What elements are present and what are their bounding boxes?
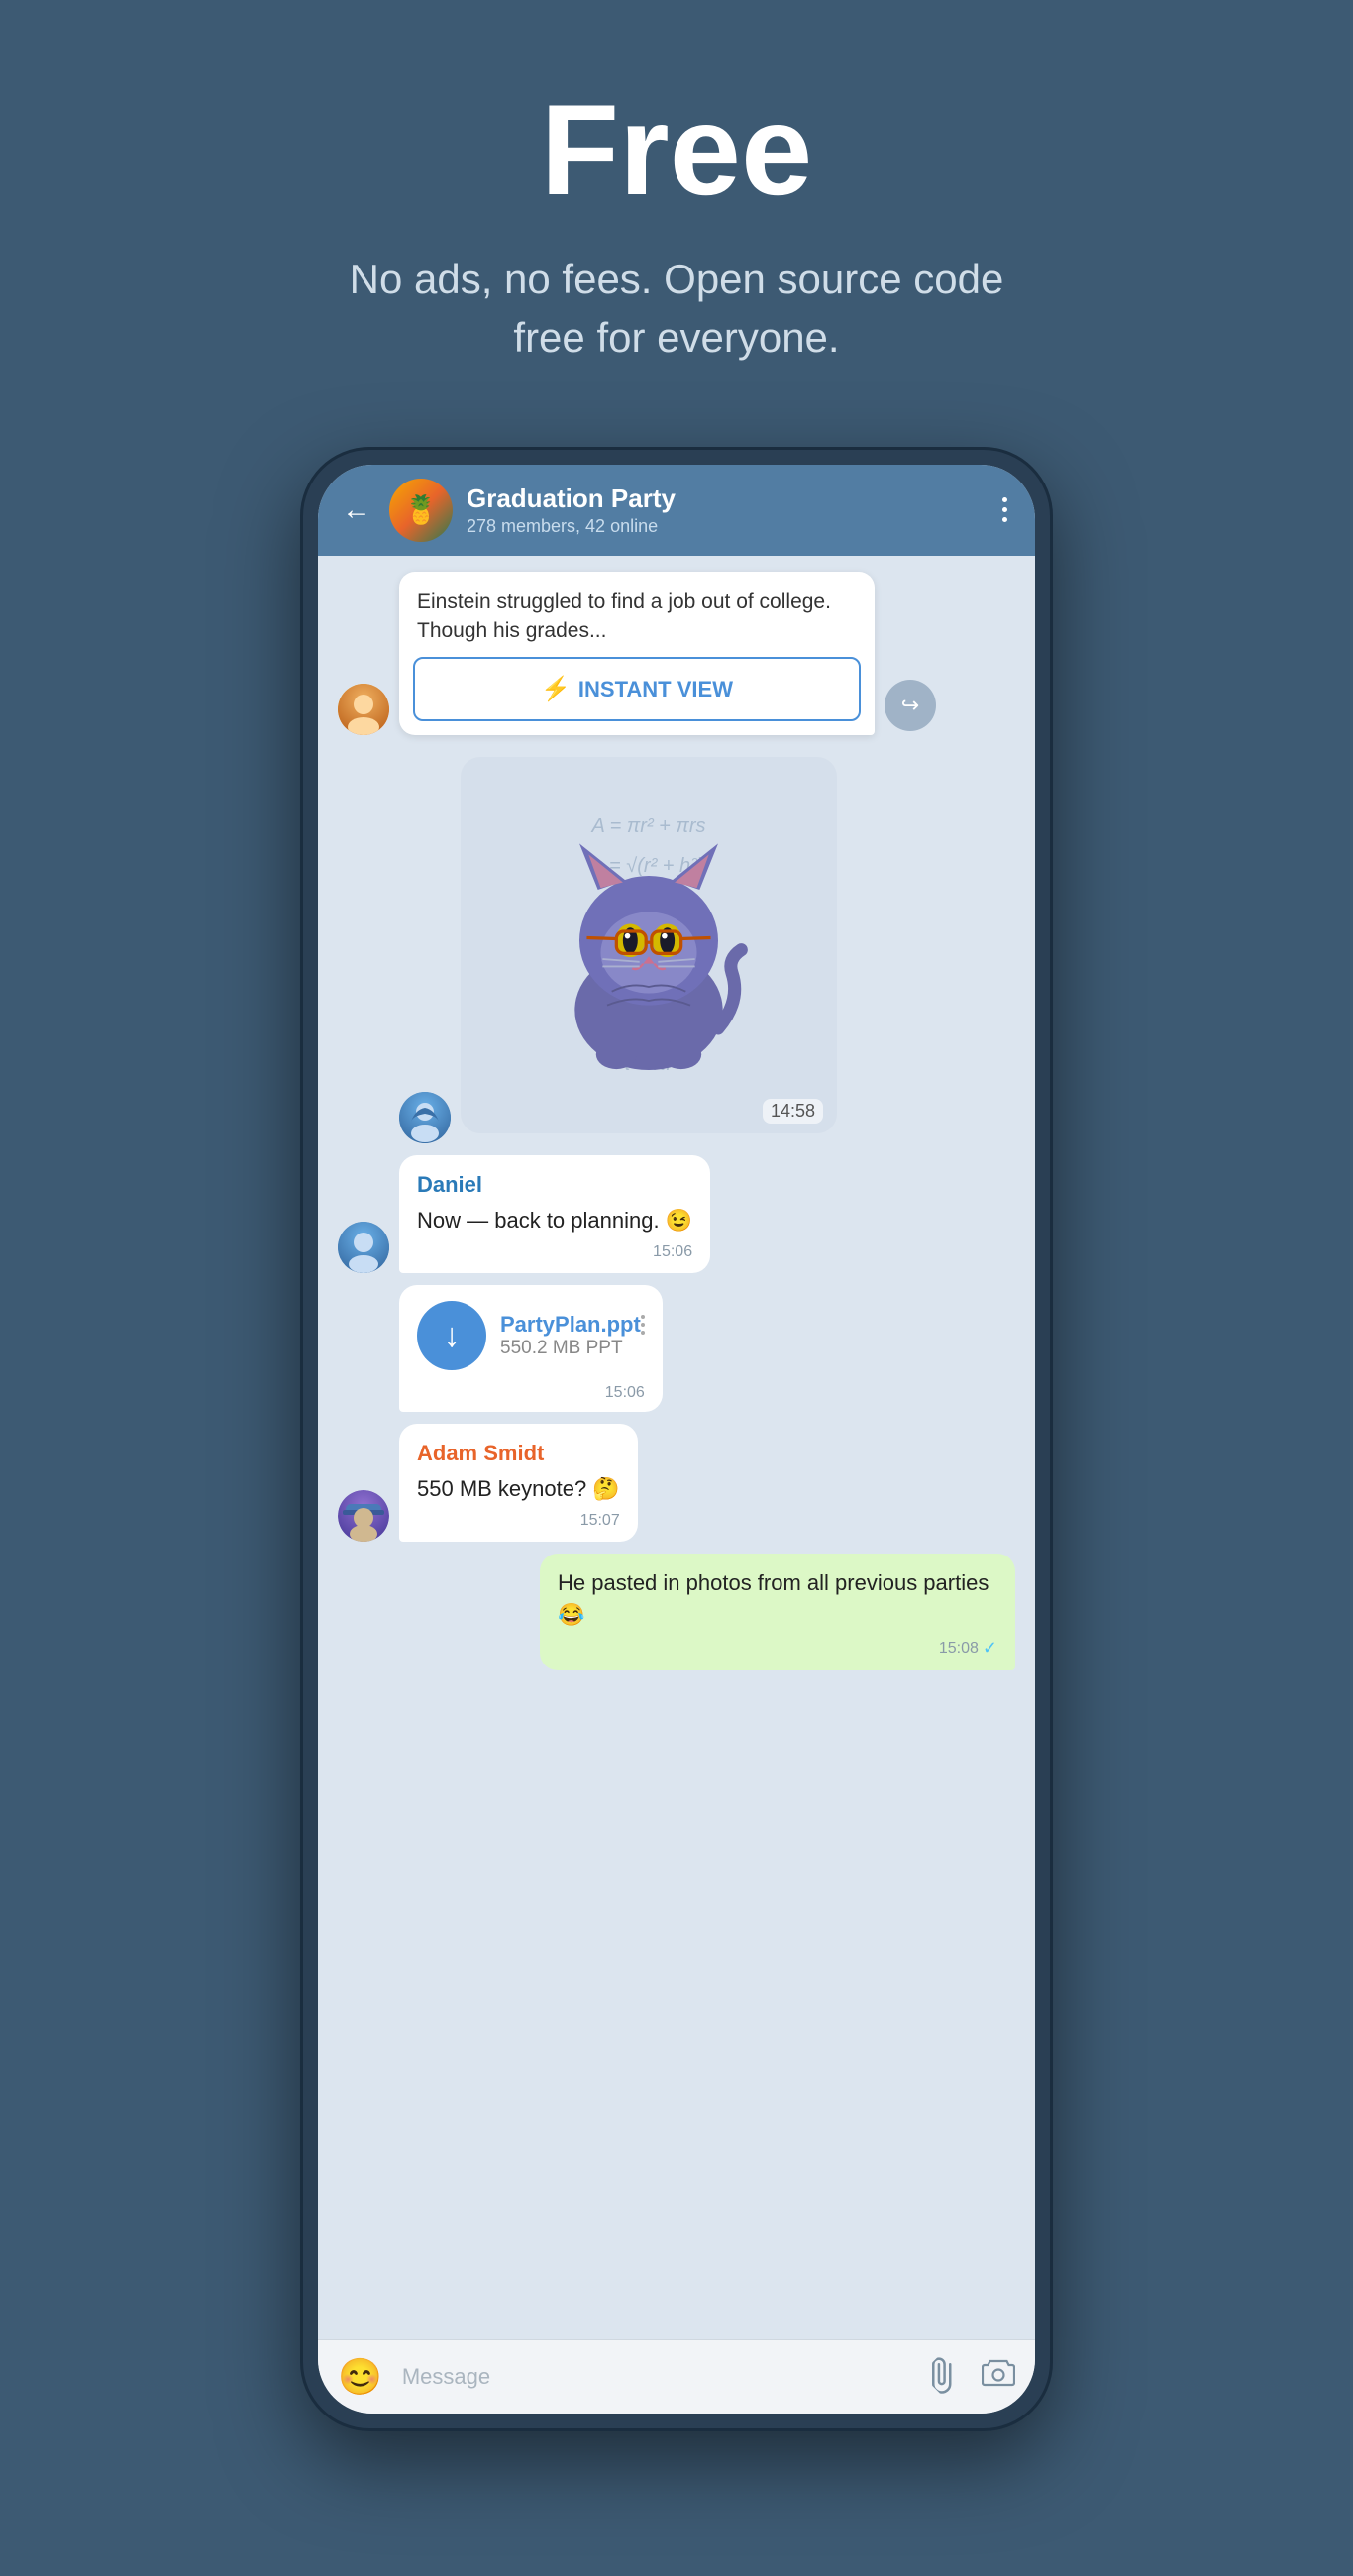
time-label-adam: 15:07 [580, 1509, 620, 1532]
lightning-icon: ⚡ [541, 675, 571, 703]
input-bar: 😊 Message [318, 2339, 1035, 2414]
chat-area: Einstein struggled to find a job out of … [318, 556, 1035, 2339]
group-meta: 278 members, 42 online [467, 516, 981, 537]
share-button[interactable]: ↪ [885, 680, 936, 731]
time-label-daniel: 15:06 [653, 1240, 692, 1263]
avatar-sticker-sender [399, 1092, 451, 1143]
sender-name-daniel: Daniel [417, 1169, 692, 1201]
chat-header: ← 🍍 Graduation Party 278 members, 42 onl… [318, 465, 1035, 556]
hero-title: Free [330, 79, 1023, 221]
instant-view-button[interactable]: ⚡ INSTANT VIEW [413, 657, 861, 721]
group-name: Graduation Party [467, 483, 981, 514]
cat-sticker-svg [520, 806, 778, 1084]
more-dot-3 [1002, 517, 1007, 522]
file-name-row: PartyPlan.ppt [500, 1312, 645, 1338]
share-icon: ↪ [901, 693, 919, 718]
more-dot-2 [1002, 507, 1007, 512]
bubble-time-daniel: 15:06 [417, 1240, 692, 1263]
message-text-adam: 550 MB keynote? 🤔 [417, 1473, 620, 1505]
sticker-container: A = πr² + πrs s = √(r² + h²) V = l³ P = … [461, 757, 837, 1133]
hero-subtitle: No ads, no fees. Open source code free f… [330, 251, 1023, 368]
hero-section: Free No ads, no fees. Open source code f… [290, 0, 1063, 417]
phone-mockup: ← 🍍 Graduation Party 278 members, 42 onl… [300, 447, 1053, 2431]
phone-screen: ← 🍍 Graduation Party 278 members, 42 onl… [318, 465, 1035, 2414]
message-text-own: He pasted in photos from all previous pa… [558, 1567, 997, 1631]
group-info: Graduation Party 278 members, 42 online [467, 483, 981, 537]
bubble-adam: Adam Smidt 550 MB keynote? 🤔 15:07 [399, 1424, 638, 1542]
avatar-article-sender [338, 684, 389, 735]
bubble-daniel: Daniel Now — back to planning. 😉 15:06 [399, 1155, 710, 1273]
file-more-button[interactable] [641, 1315, 645, 1335]
message-row-adam: Adam Smidt 550 MB keynote? 🤔 15:07 [338, 1424, 1015, 1542]
sticker-time: 14:58 [763, 1099, 823, 1124]
message-input[interactable]: Message [402, 2364, 910, 2390]
group-avatar: 🍍 [389, 479, 453, 542]
file-more-dot-2 [641, 1323, 645, 1327]
file-bubble: ↓ PartyPlan.ppt 550.2 M [399, 1285, 663, 1412]
file-time: 15:06 [417, 1384, 645, 1402]
sticker-background: A = πr² + πrs s = √(r² + h²) V = l³ P = … [461, 757, 837, 1133]
avatar-daniel [338, 1222, 389, 1273]
message-row-own: He pasted in photos from all previous pa… [338, 1554, 1015, 1670]
message-row-daniel: Daniel Now — back to planning. 😉 15:06 [338, 1155, 1015, 1273]
instant-view-label: INSTANT VIEW [578, 677, 733, 702]
message-row-file: ↓ PartyPlan.ppt 550.2 M [399, 1285, 1015, 1412]
time-label-own: 15:08 [939, 1637, 979, 1660]
emoji-button[interactable]: 😊 [338, 2356, 382, 2398]
message-text-daniel: Now — back to planning. 😉 [417, 1205, 692, 1236]
more-button[interactable] [994, 493, 1015, 526]
camera-button[interactable] [982, 2358, 1015, 2396]
file-info: PartyPlan.ppt 550.2 MB PPT [500, 1312, 645, 1359]
download-button[interactable]: ↓ [417, 1301, 486, 1370]
back-button[interactable]: ← [338, 489, 375, 531]
article-card: Einstein struggled to find a job out of … [399, 572, 875, 736]
checkmark-icon: ✓ [983, 1635, 997, 1661]
bubble-time-own: 15:08 ✓ [558, 1635, 997, 1661]
more-dot-1 [1002, 497, 1007, 502]
bubble-own: He pasted in photos from all previous pa… [540, 1554, 1015, 1670]
file-row: ↓ PartyPlan.ppt 550.2 M [417, 1301, 645, 1370]
bubble-time-adam: 15:07 [417, 1509, 620, 1532]
file-name: PartyPlan.ppt [500, 1312, 641, 1338]
file-more-dot-1 [641, 1315, 645, 1319]
sender-name-adam: Adam Smidt [417, 1438, 620, 1469]
message-row-sticker: A = πr² + πrs s = √(r² + h²) V = l³ P = … [399, 747, 1015, 1143]
message-row-article: Einstein struggled to find a job out of … [338, 572, 1015, 736]
attach-button[interactable] [921, 2351, 972, 2402]
article-text: Einstein struggled to find a job out of … [399, 572, 875, 658]
file-more-dot-3 [641, 1331, 645, 1335]
time-label-file: 15:06 [605, 1384, 645, 1402]
download-icon: ↓ [444, 1317, 461, 1355]
file-size: 550.2 MB PPT [500, 1338, 645, 1359]
avatar-adam [338, 1490, 389, 1542]
group-avatar-emoji: 🍍 [404, 493, 439, 526]
